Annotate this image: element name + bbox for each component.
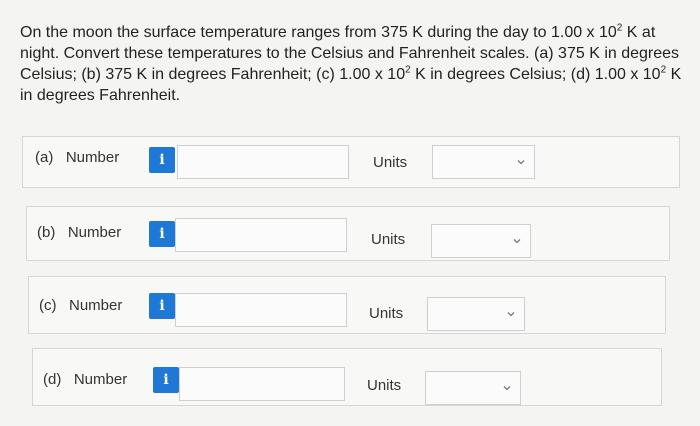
chevron-down-icon	[507, 312, 515, 317]
question-text: On the moon the surface temperature rang…	[20, 22, 690, 106]
question-line-1: On the moon the surface temperature rang…	[20, 22, 656, 41]
part-b-label: (b) Number	[37, 224, 122, 241]
chevron-down-icon	[517, 160, 525, 165]
answer-row-a: (a) Number i Units	[22, 136, 680, 188]
info-icon[interactable]: i	[153, 367, 179, 393]
units-label-d: Units	[367, 377, 402, 394]
part-d-label: (d) Number	[43, 371, 128, 388]
units-select-b[interactable]	[431, 224, 531, 258]
number-input-a[interactable]	[177, 145, 349, 179]
units-label-c: Units	[369, 305, 404, 322]
number-input-b[interactable]	[175, 218, 347, 252]
answer-row-d: (d) Number i Units	[32, 348, 662, 406]
number-input-d[interactable]	[179, 367, 345, 401]
part-a-label: (a) Number	[35, 149, 120, 166]
units-select-c[interactable]	[427, 297, 525, 331]
answer-row-b: (b) Number i Units	[26, 206, 670, 261]
part-c-label: (c) Number	[39, 297, 123, 314]
units-label-a: Units	[373, 154, 408, 171]
chevron-down-icon	[513, 239, 521, 244]
units-select-a[interactable]	[432, 145, 535, 179]
question-line-4: in degrees Fahrenheit.	[20, 87, 181, 104]
number-input-c[interactable]	[175, 293, 347, 327]
units-select-d[interactable]	[425, 371, 521, 405]
chevron-down-icon	[503, 386, 511, 391]
question-line-2: night. Convert these temperatures to the…	[20, 45, 680, 62]
info-icon[interactable]: i	[149, 293, 175, 319]
question-line-3: Celsius; (b) 375 K in degrees Fahrenheit…	[20, 64, 682, 83]
units-label-b: Units	[371, 231, 406, 248]
info-icon[interactable]: i	[149, 147, 175, 173]
answer-row-c: (c) Number i Units	[28, 276, 666, 334]
info-icon[interactable]: i	[149, 221, 175, 247]
